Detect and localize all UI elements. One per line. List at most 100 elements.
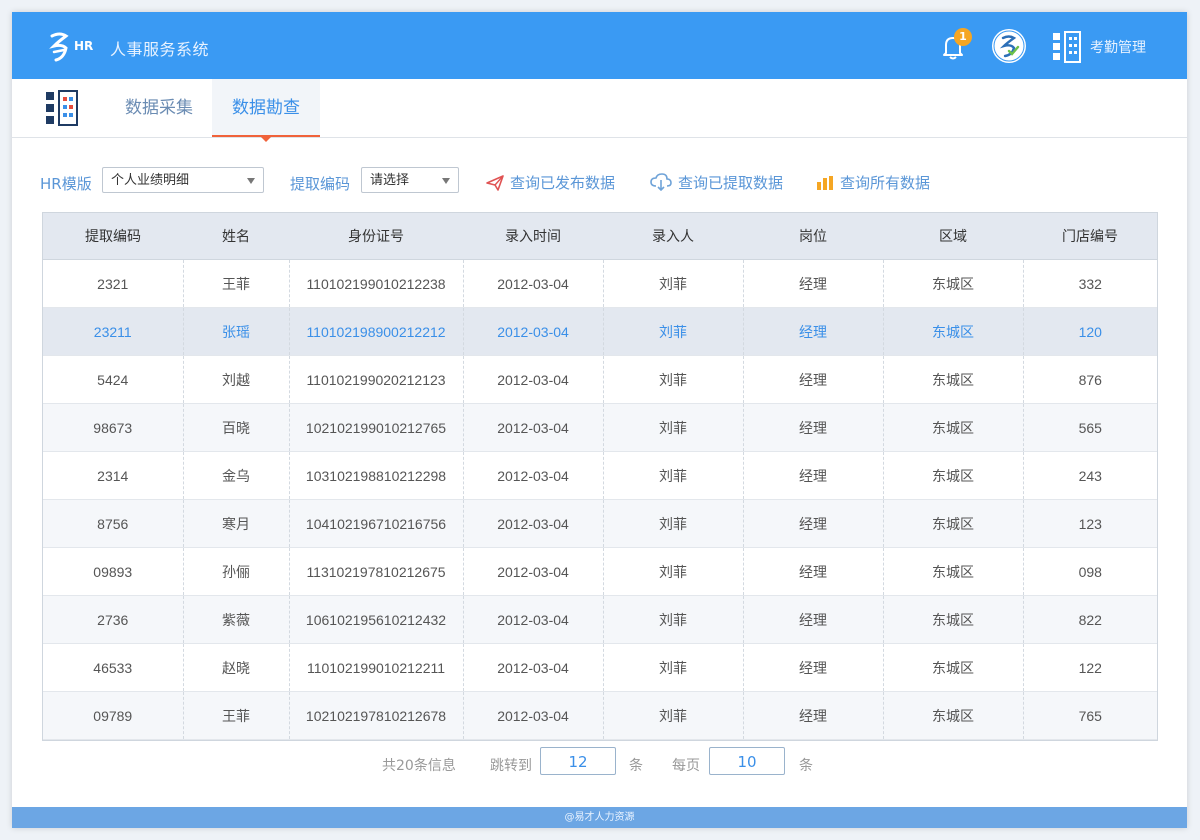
- logo-text: HR: [74, 39, 93, 53]
- avatar-logo-icon: [993, 30, 1025, 62]
- data-table: 提取编码 姓名 身份证号 录入时间 录入人 岗位 区域 门店编号 2321 王菲 1…: [42, 212, 1158, 741]
- table-cell: 刘菲: [602, 643, 743, 692]
- table-cell: 经理: [742, 355, 883, 404]
- tab-data-collection[interactable]: 数据采集: [112, 79, 206, 137]
- table-row[interactable]: 23211 张瑶 110102198900212212 2012-03-04 刘菲 经理东…: [43, 307, 1157, 356]
- table-cell: 刘越: [182, 355, 289, 404]
- tab-data-inspection[interactable]: 数据勘查: [212, 79, 320, 137]
- bar-chart-icon: [817, 176, 833, 190]
- table-cell: 103102198810212298: [288, 451, 463, 500]
- table-cell: 刘菲: [602, 355, 743, 404]
- column-header[interactable]: 录入时间: [463, 213, 603, 260]
- table-cell: 2314: [43, 451, 183, 500]
- attendance-icon[interactable]: [1052, 31, 1082, 63]
- table-cell: 5424: [43, 355, 183, 404]
- table-cell: 刘菲: [602, 499, 743, 548]
- table-cell: 金乌: [182, 451, 289, 500]
- extract-code-select[interactable]: 请选择: [361, 167, 459, 193]
- table-row[interactable]: 2736 紫薇 106102195610212432 2012-03-04 刘菲 经理 东城…: [43, 595, 1157, 644]
- table-cell: 46533: [43, 643, 183, 692]
- table-cell: 2012-03-04: [462, 451, 603, 500]
- jump-to-label: 跳转到: [490, 758, 532, 774]
- template-select-value: 个人业绩明细: [111, 173, 190, 188]
- column-header[interactable]: 录入人: [603, 213, 743, 260]
- table-cell: 09893: [43, 547, 183, 596]
- table-cell: 经理: [742, 259, 883, 308]
- total-count: 共20条信息: [382, 758, 456, 774]
- table-cell: 2012-03-04: [462, 403, 603, 452]
- table-cell: 123: [1022, 499, 1157, 548]
- table-cell: 东城区: [882, 355, 1023, 404]
- table-cell: 765: [1022, 691, 1157, 740]
- table-cell: 2012-03-04: [462, 691, 603, 740]
- column-header[interactable]: 门店编号: [1023, 213, 1157, 260]
- table-cell: 东城区: [882, 691, 1023, 740]
- table-cell: 120: [1022, 307, 1157, 356]
- table-row[interactable]: 98673 百晓 102102199010212765 2012-03-04 刘菲 经理东…: [43, 403, 1157, 452]
- per-page-input[interactable]: 10: [709, 747, 785, 775]
- table-cell: 2012-03-04: [462, 643, 603, 692]
- table-cell: 经理: [742, 499, 883, 548]
- table-cell: 110102199010212211: [288, 643, 463, 692]
- query-all-label: 查询所有数据: [840, 174, 931, 192]
- table-cell: 2736: [43, 595, 183, 644]
- table-cell: 122: [1022, 643, 1157, 692]
- table-cell: 东城区: [882, 403, 1023, 452]
- table-cell: 王菲: [182, 259, 289, 308]
- table-cell: 东城区: [882, 259, 1023, 308]
- table-cell: 110102199020212123: [288, 355, 463, 404]
- column-header[interactable]: 身份证号: [289, 213, 463, 260]
- query-published-button[interactable]: 查询已发布数据: [486, 172, 615, 193]
- query-extracted-button[interactable]: 查询已提取数据: [650, 172, 783, 193]
- per-page-label: 每页: [672, 758, 700, 774]
- table-cell: 2012-03-04: [462, 259, 603, 308]
- table-cell: 经理: [742, 595, 883, 644]
- table-cell: 赵晓: [182, 643, 289, 692]
- app-window: HR 人事服务系统 1 考勤管理 数据采集 数据勘查 HR模版 个人业绩明细 提…: [12, 12, 1187, 828]
- table-body: 2321 王菲 110102199010212238 2012-03-04 刘菲 经理 东城…: [43, 259, 1157, 740]
- table-row[interactable]: 8756 寒月 104102196710216756 2012-03-04 刘菲 经理 东城…: [43, 499, 1157, 548]
- table-cell: 经理: [742, 451, 883, 500]
- table-row[interactable]: 5424 刘越 110102199020212123 2012-03-04 刘菲 经理 东城…: [43, 355, 1157, 404]
- template-select[interactable]: 个人业绩明细: [102, 167, 264, 193]
- table-cell: 2321: [43, 259, 183, 308]
- table-cell: 2012-03-04: [462, 595, 603, 644]
- user-avatar[interactable]: [992, 29, 1026, 63]
- chevron-down-icon: [247, 178, 255, 184]
- table-cell: 2012-03-04: [462, 499, 603, 548]
- table-row[interactable]: 46533 赵晓 110102199010212211 2012-03-04 刘菲 经理东…: [43, 643, 1157, 692]
- table-cell: 东城区: [882, 643, 1023, 692]
- table-row[interactable]: 09789 王菲 102102197810212678 2012-03-04 刘菲 经理东…: [43, 691, 1157, 740]
- query-all-button[interactable]: 查询所有数据: [816, 172, 930, 193]
- table-cell: 王菲: [182, 691, 289, 740]
- table-cell: 102102197810212678: [288, 691, 463, 740]
- table-cell: 104102196710216756: [288, 499, 463, 548]
- table-cell: 刘菲: [602, 259, 743, 308]
- table-cell: 刘菲: [602, 595, 743, 644]
- attendance-management-link[interactable]: 考勤管理: [1090, 37, 1146, 57]
- column-header[interactable]: 区域: [883, 213, 1023, 260]
- table-cell: 98673: [43, 403, 183, 452]
- table-cell: 经理: [742, 307, 883, 356]
- extract-code-select-value: 请选择: [370, 173, 410, 188]
- table-cell: 2012-03-04: [462, 307, 603, 356]
- table-row[interactable]: 09893 孙俪 113102197810212675 2012-03-04 刘菲 经理东…: [43, 547, 1157, 596]
- column-header[interactable]: 姓名: [183, 213, 289, 260]
- table-row[interactable]: 2314 金乌 103102198810212298 2012-03-04 刘菲 经理 东城…: [43, 451, 1157, 500]
- filter-bar: HR模版 个人业绩明细 提取编码 请选择 查询已发布数据 查询已提取数据 查询所…: [40, 167, 1160, 197]
- table-cell: 东城区: [882, 499, 1023, 548]
- jump-page-input[interactable]: 12: [540, 747, 616, 775]
- pagination: 共20条信息 跳转到 12 条 每页 10 条: [382, 747, 842, 777]
- table-cell: 876: [1022, 355, 1157, 404]
- table-cell: 2012-03-04: [462, 355, 603, 404]
- table-cell: 紫薇: [182, 595, 289, 644]
- footer: @易才人力资源: [12, 807, 1187, 828]
- cloud-download-icon: [650, 173, 672, 192]
- table-cell: 孙俪: [182, 547, 289, 596]
- column-header[interactable]: 提取编码: [43, 213, 183, 260]
- table-cell: 09789: [43, 691, 183, 740]
- table-row[interactable]: 2321 王菲 110102199010212238 2012-03-04 刘菲 经理 东城…: [43, 259, 1157, 308]
- column-header[interactable]: 岗位: [743, 213, 883, 260]
- table-cell: 刘菲: [602, 547, 743, 596]
- notification-badge: 1: [954, 28, 972, 46]
